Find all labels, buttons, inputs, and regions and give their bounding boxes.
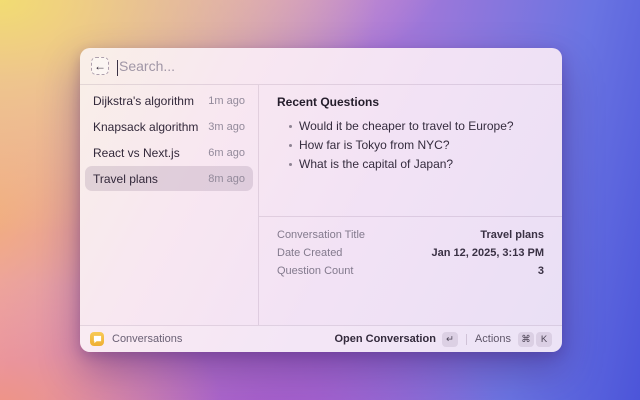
list-item-time: 3m ago — [208, 121, 245, 133]
return-key-icon: ↵ — [442, 332, 458, 347]
list-item[interactable]: React vs Next.js 6m ago — [85, 140, 253, 165]
conversation-list: Dijkstra's algorithm 1m ago Knapsack alg… — [80, 85, 259, 325]
bullet-icon — [289, 163, 292, 166]
back-button[interactable]: ← — [91, 57, 109, 75]
list-item-selected[interactable]: Travel plans 8m ago — [85, 166, 253, 191]
recent-questions-heading: Recent Questions — [277, 95, 544, 109]
list-item-time: 6m ago — [208, 147, 245, 159]
question-item: Would it be cheaper to travel to Europe? — [277, 117, 544, 136]
metadata-row: Conversation Title Travel plans — [277, 226, 544, 244]
list-item-time: 1m ago — [208, 95, 245, 107]
list-item-time: 8m ago — [208, 173, 245, 185]
actions-button[interactable]: Actions — [475, 333, 511, 345]
bullet-icon — [289, 125, 292, 128]
list-item[interactable]: Dijkstra's algorithm 1m ago — [85, 88, 253, 113]
bullet-icon — [289, 144, 292, 147]
footer-divider — [466, 334, 467, 345]
search-bar: ← — [80, 48, 562, 85]
text-caret — [117, 60, 118, 76]
list-item[interactable]: Knapsack algorithm 3m ago — [85, 114, 253, 139]
chat-bubble-icon — [93, 335, 102, 344]
arrow-left-icon: ← — [94, 60, 106, 72]
footer-app-label: Conversations — [112, 333, 182, 345]
command-palette-window: ← Dijkstra's algorithm 1m ago Knapsack a… — [80, 48, 562, 352]
metadata-section: Conversation Title Travel plans Date Cre… — [259, 217, 562, 325]
list-item-title: Travel plans — [93, 172, 158, 186]
recent-questions-section: Recent Questions Would it be cheaper to … — [259, 85, 562, 217]
detail-panel: Recent Questions Would it be cheaper to … — [259, 85, 562, 325]
list-item-title: React vs Next.js — [93, 146, 180, 160]
list-item-title: Dijkstra's algorithm — [93, 94, 194, 108]
metadata-row: Date Created Jan 12, 2025, 3:13 PM — [277, 244, 544, 262]
search-input[interactable] — [117, 58, 551, 74]
conversations-app-icon — [90, 332, 104, 346]
k-key-icon: K — [536, 332, 552, 347]
open-conversation-action[interactable]: Open Conversation — [334, 333, 435, 345]
question-item: How far is Tokyo from NYC? — [277, 136, 544, 155]
cmd-key-icon: ⌘ — [518, 332, 534, 347]
list-item-title: Knapsack algorithm — [93, 120, 198, 134]
footer-bar: Conversations Open Conversation ↵ Action… — [80, 325, 562, 352]
question-item: What is the capital of Japan? — [277, 155, 544, 174]
metadata-row: Question Count 3 — [277, 262, 544, 280]
